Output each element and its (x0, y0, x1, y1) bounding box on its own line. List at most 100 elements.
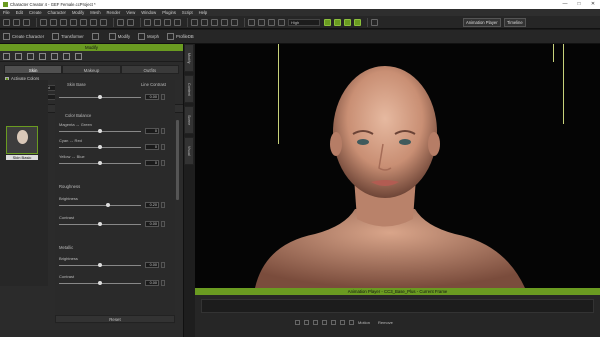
menu-render[interactable]: Render (107, 10, 121, 15)
menu-modify[interactable]: Modify (72, 10, 84, 15)
pan-icon[interactable] (211, 18, 218, 26)
texture-icon[interactable] (39, 52, 46, 60)
menu-create[interactable]: Create (29, 10, 42, 15)
undo-icon[interactable] (117, 18, 124, 26)
timeline-button[interactable]: Timeline (504, 18, 526, 27)
side-tab-scene[interactable]: Scene (184, 106, 194, 134)
select-icon[interactable] (144, 18, 151, 26)
menu-help[interactable]: Help (199, 10, 208, 15)
prev-frame-icon[interactable] (304, 319, 309, 325)
render-icon[interactable] (248, 18, 255, 26)
menu-plugins[interactable]: Plugins (162, 10, 176, 15)
menu-view[interactable]: View (126, 10, 135, 15)
maximize-button[interactable]: □ (572, 0, 586, 9)
create-character-button[interactable]: Create Character (3, 33, 44, 40)
animation-timeline[interactable] (201, 299, 594, 313)
scale-icon[interactable] (174, 18, 181, 26)
roughness-brightness-slider[interactable]: Brightness 0.20 (59, 196, 171, 210)
toggle-b-icon[interactable] (334, 18, 341, 26)
motion-button[interactable]: Motion (358, 320, 370, 325)
wireframe-icon[interactable] (268, 18, 275, 26)
side-tab-content[interactable]: Content (184, 75, 194, 103)
metallic-brightness-knob[interactable] (98, 263, 102, 267)
yellow-blue-slider[interactable]: Yellow ↔ Blue 0 (59, 154, 171, 168)
metallic-brightness-value[interactable]: 0.00 (145, 262, 159, 268)
roughness-contrast-slider[interactable]: Contrast 0.00 (59, 215, 171, 229)
roughness-brightness-spinner[interactable] (161, 202, 165, 208)
menu-script[interactable]: Script (182, 10, 193, 15)
toggle-d-icon[interactable] (354, 18, 361, 26)
metallic-contrast-slider[interactable]: Contrast 0.00 (59, 274, 171, 288)
menu-edit[interactable]: Edit (16, 10, 23, 15)
stop-icon[interactable] (322, 319, 327, 325)
metallic-contrast-knob[interactable] (98, 281, 102, 285)
toggle-c-icon[interactable] (344, 18, 351, 26)
view-icon[interactable] (231, 18, 238, 26)
grid-icon[interactable] (80, 18, 87, 26)
zoom-icon[interactable] (201, 18, 208, 26)
cyan-red-slider[interactable]: Cyan ↔ Red 0 (59, 138, 171, 152)
blank-button[interactable] (91, 33, 101, 40)
new-project-icon[interactable] (3, 18, 10, 26)
menu-mesh[interactable]: Mesh (90, 10, 100, 15)
roughness-brightness-value[interactable]: 0.20 (145, 202, 159, 208)
side-tab-modify[interactable]: Modify (184, 44, 194, 72)
metallic-brightness-spinner[interactable] (161, 262, 165, 268)
go-end-icon[interactable] (340, 319, 345, 325)
modify-button[interactable]: Modify (108, 33, 130, 40)
metallic-contrast-spinner[interactable] (161, 280, 165, 286)
toggle-a-icon[interactable] (324, 18, 331, 26)
roughness-contrast-knob[interactable] (98, 222, 102, 226)
quality-dropdown[interactable]: High (288, 18, 320, 26)
magenta-green-spinner[interactable] (161, 128, 165, 134)
physics-icon[interactable] (63, 52, 70, 60)
light-icon[interactable] (100, 18, 107, 26)
orbit-icon[interactable] (221, 18, 228, 26)
redo-icon[interactable] (127, 18, 134, 26)
magenta-green-value[interactable]: 0 (145, 128, 159, 134)
metallic-brightness-slider[interactable]: Brightness 0.00 (59, 256, 171, 270)
yellow-blue-value[interactable]: 0 (145, 160, 159, 166)
move-icon[interactable] (154, 18, 161, 26)
side-tab-visual[interactable]: Visual (184, 137, 194, 165)
skin-icon[interactable] (51, 52, 58, 60)
link-icon[interactable] (70, 18, 77, 26)
rotate-icon[interactable] (164, 18, 171, 26)
metallic-contrast-value[interactable]: 0.00 (145, 280, 159, 286)
remove-button[interactable]: Remove (378, 320, 393, 325)
3d-viewport[interactable] (195, 44, 600, 288)
animation-player-button[interactable]: Animation Player (463, 18, 501, 27)
magenta-green-slider[interactable]: Magenta ↔ Green 0 (59, 122, 171, 136)
play-icon[interactable] (313, 319, 318, 325)
shading-icon[interactable] (258, 18, 265, 26)
skin-base-slider[interactable]: 0.00 (59, 94, 171, 102)
morph-button[interactable]: Morph (138, 33, 159, 40)
material-icon[interactable] (27, 52, 34, 60)
go-start-icon[interactable] (295, 319, 300, 325)
next-frame-icon[interactable] (331, 319, 336, 325)
roughness-contrast-spinner[interactable] (161, 221, 165, 227)
settings-icon[interactable] (60, 18, 67, 26)
profile-button[interactable]: ProfileDB (167, 33, 194, 40)
tab-skin[interactable]: Skin (4, 65, 63, 74)
minimize-button[interactable]: — (558, 0, 572, 9)
tab-makeup[interactable]: Makeup (62, 65, 121, 74)
pose-icon[interactable] (15, 52, 22, 60)
import-icon[interactable] (40, 18, 47, 26)
skin-base-value[interactable]: 0.00 (145, 94, 159, 100)
reset-button[interactable]: Reset (55, 315, 175, 323)
attribute-icon[interactable] (75, 52, 82, 60)
menu-character[interactable]: Character (48, 10, 66, 15)
skin-base-spinner[interactable] (161, 94, 165, 100)
save-project-icon[interactable] (23, 18, 30, 26)
transformer-button[interactable]: Transformer (52, 33, 84, 40)
roughness-brightness-knob[interactable] (106, 203, 111, 207)
roughness-contrast-value[interactable]: 0.00 (145, 221, 159, 227)
cyan-red-value[interactable]: 0 (145, 144, 159, 150)
magenta-green-knob[interactable] (98, 129, 102, 133)
menu-file[interactable]: File (3, 10, 10, 15)
loop-icon[interactable] (349, 319, 354, 325)
tab-outfits[interactable]: Outfits (120, 65, 179, 74)
yellow-blue-knob[interactable] (98, 161, 102, 165)
solid-icon[interactable] (278, 18, 285, 26)
